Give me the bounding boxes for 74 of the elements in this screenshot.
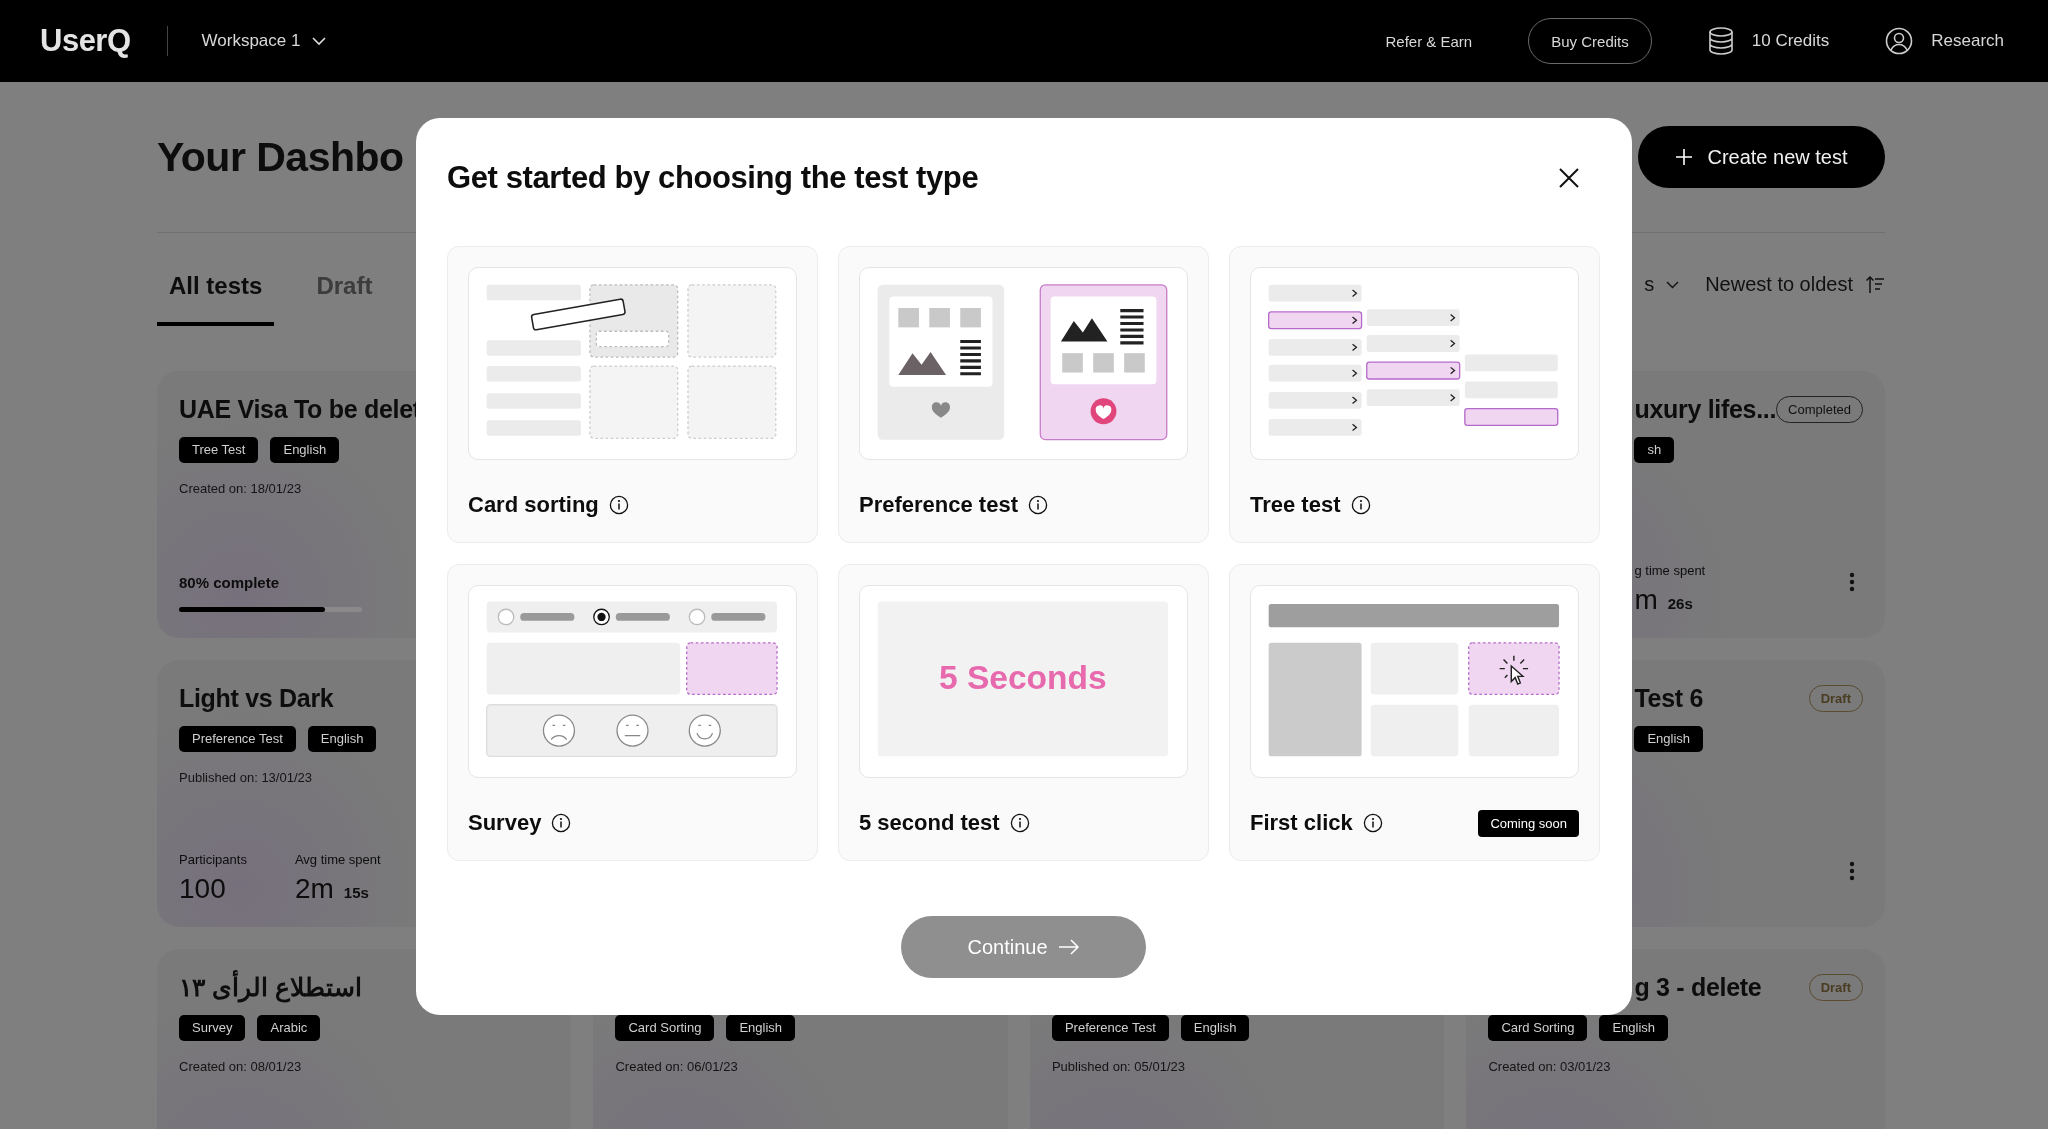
option-label: First click: [1250, 810, 1353, 836]
dialog-title: Get started by choosing the test type: [447, 160, 979, 196]
date-text: Created on: 08/01/23: [179, 1059, 302, 1074]
workspace-dropdown[interactable]: Workspace 1: [201, 31, 327, 51]
test-title: استطلاع الرأى ١٣: [179, 972, 362, 1002]
test-type-option[interactable]: 5 Seconds 5 second test: [838, 564, 1209, 861]
stat-value: m: [1634, 584, 1658, 616]
stat-label: g time spent: [1634, 563, 1706, 578]
arrow-right-icon: [1057, 939, 1080, 955]
info-icon[interactable]: [1350, 495, 1371, 515]
info-icon[interactable]: [1028, 495, 1048, 515]
tag: Arabic: [257, 1015, 321, 1041]
date-text: Created on: 18/01/23: [179, 481, 302, 496]
close-icon[interactable]: [1558, 167, 1580, 189]
tag: English: [307, 726, 377, 752]
filter-dropdown[interactable]: s: [1644, 273, 1680, 296]
option-label: Preference test: [859, 492, 1018, 518]
more-icon[interactable]: [1849, 572, 1855, 592]
illustration-text: 5 Seconds: [938, 659, 1107, 697]
stat-value: 100: [179, 873, 226, 905]
tag: Card Sorting: [1488, 1015, 1588, 1041]
create-test-button[interactable]: Create new test: [1638, 126, 1885, 188]
tag: English: [1180, 1015, 1250, 1041]
tag: Survey: [179, 1015, 246, 1041]
sort-dropdown[interactable]: Newest to oldest: [1705, 273, 1885, 296]
tag: Card Sorting: [615, 1015, 715, 1041]
sort-icon: [1865, 274, 1885, 295]
stat-label: Participants: [179, 852, 247, 867]
user-icon[interactable]: [1885, 27, 1914, 55]
more-icon[interactable]: [1849, 861, 1855, 881]
tab[interactable]: All tests: [157, 272, 275, 326]
credits-count[interactable]: 10 Credits: [1751, 31, 1830, 51]
date-text: Published on: 13/01/23: [179, 770, 312, 785]
tag: Preference Test: [1051, 1015, 1169, 1041]
page-title: Your Dashbo: [157, 133, 404, 181]
chevron-down-icon[interactable]: [312, 36, 327, 46]
account-name[interactable]: Research: [1931, 31, 2004, 51]
option-label: 5 second test: [859, 810, 1000, 836]
test-type-option[interactable]: Tree test: [1229, 246, 1600, 543]
info-icon[interactable]: [1362, 813, 1383, 833]
option-label: Tree test: [1250, 492, 1341, 518]
date-text: Published on: 05/01/23: [1051, 1059, 1185, 1074]
logo[interactable]: UserQ: [40, 23, 131, 59]
stat-value: 2m: [294, 873, 334, 905]
test-type-option[interactable]: Survey: [447, 564, 818, 861]
coming-soon-badge: Coming soon: [1478, 809, 1579, 837]
info-icon[interactable]: [1009, 813, 1030, 833]
test-title: g 3 - delete: [1634, 972, 1762, 1002]
test-title: uxury lifes...: [1634, 394, 1777, 424]
date-text: Created on: 03/01/23: [1488, 1059, 1611, 1074]
tag: Tree Test: [179, 437, 259, 463]
info-icon[interactable]: [608, 495, 629, 515]
test-type-option[interactable]: First click Coming soon: [1229, 564, 1600, 861]
refer-link[interactable]: Refer & Earn: [1385, 32, 1473, 50]
stat-unit: 15s: [343, 884, 369, 901]
test-type-option[interactable]: Preference test: [838, 246, 1209, 543]
tag: English: [1599, 1015, 1669, 1041]
tag: English: [270, 437, 340, 463]
database-icon: [1707, 27, 1734, 55]
tag: Preference Test: [179, 726, 296, 752]
stat-label: Avg time spent: [294, 852, 381, 867]
plus-icon: [1675, 148, 1694, 166]
option-label: Survey: [468, 810, 542, 836]
tag: English: [726, 1015, 796, 1041]
tag: sh: [1634, 437, 1675, 463]
tag: English: [1634, 726, 1704, 752]
test-title: Light vs Dark: [179, 683, 334, 713]
stat-unit: 26s: [1667, 595, 1693, 612]
test-type-option[interactable]: Card sorting: [447, 246, 818, 543]
progress-label: 80% complete: [179, 574, 281, 591]
chevron-down-icon: [1666, 280, 1680, 289]
info-icon[interactable]: [551, 813, 572, 833]
date-text: Created on: 06/01/23: [615, 1059, 738, 1074]
test-title: Test 6: [1634, 683, 1704, 713]
